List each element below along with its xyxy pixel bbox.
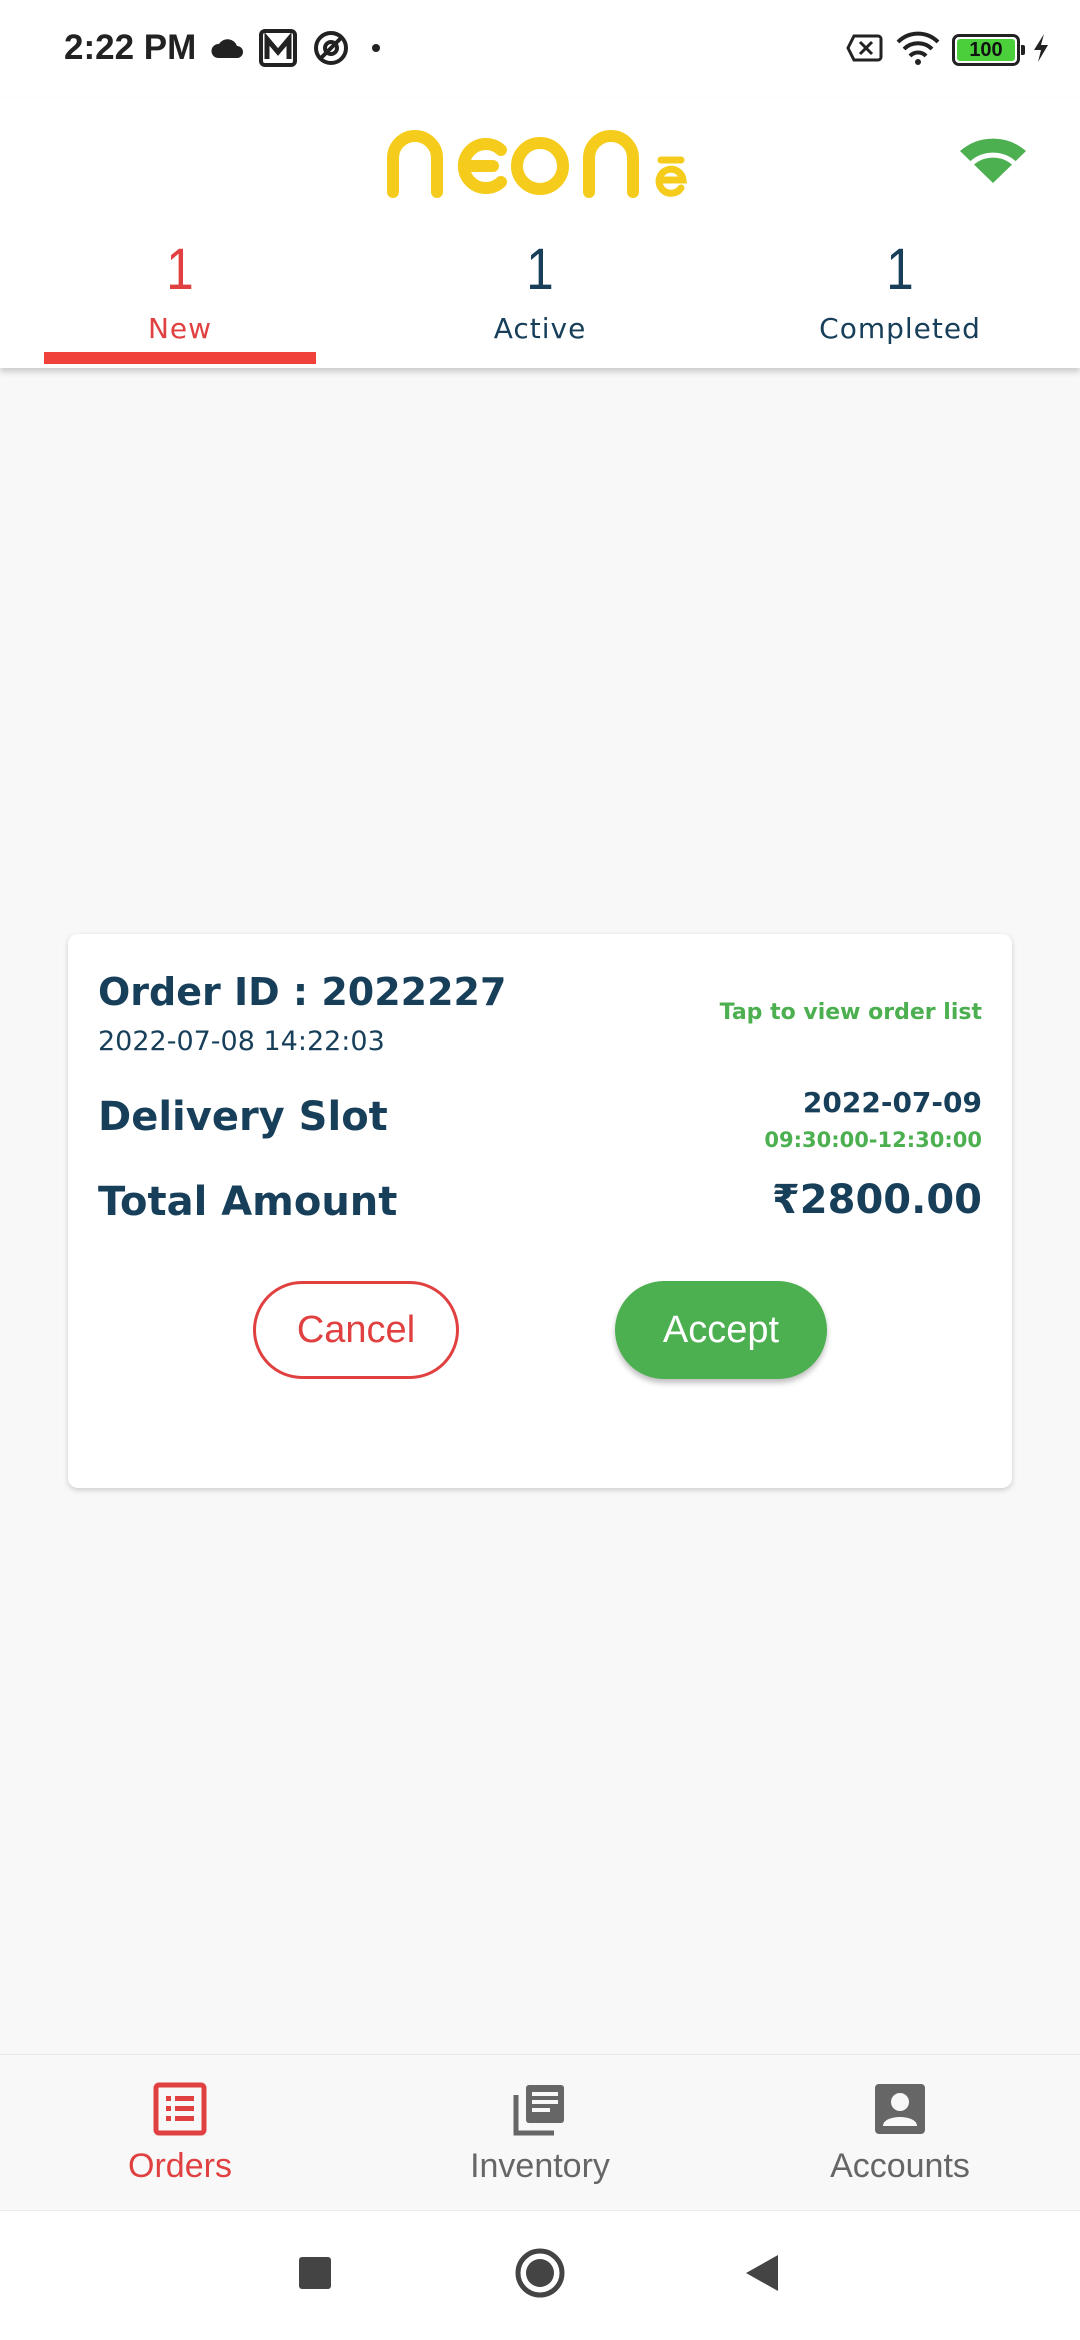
orders-list-icon xyxy=(152,2081,208,2137)
view-order-list-link[interactable]: Tap to view order list xyxy=(720,1000,982,1025)
system-navigation-bar xyxy=(0,2210,1080,2340)
app-header: 1 New 1 Active 1 Completed xyxy=(0,98,1080,368)
tab-new-label: New xyxy=(147,312,213,345)
active-tab-indicator xyxy=(44,352,316,364)
delivery-slot-label: Delivery Slot xyxy=(98,1094,388,1140)
home-icon[interactable] xyxy=(514,2247,566,2303)
cloud-icon xyxy=(210,36,244,64)
delivery-slot-time: 09:30:00-12:30:00 xyxy=(764,1128,982,1152)
battery-icon: 100 xyxy=(952,34,1025,66)
account-icon xyxy=(872,2081,928,2137)
status-time: 2:22 PM xyxy=(64,28,197,67)
nav-accounts-label: Accounts xyxy=(830,2147,970,2185)
charging-icon xyxy=(1032,33,1050,67)
tab-new[interactable]: 1 New xyxy=(0,238,360,368)
accept-button[interactable]: Accept xyxy=(615,1281,827,1379)
nav-orders-label: Orders xyxy=(128,2147,232,2185)
order-status-tabs: 1 New 1 Active 1 Completed xyxy=(0,238,1080,368)
cancel-button[interactable]: Cancel xyxy=(253,1281,459,1379)
total-amount-value: ₹2800.00 xyxy=(771,1177,982,1223)
wifi-connected-icon[interactable] xyxy=(958,133,1028,187)
back-icon[interactable] xyxy=(742,2253,782,2297)
nav-inventory[interactable]: Inventory xyxy=(360,2055,720,2211)
wifi-icon xyxy=(896,30,940,70)
nav-accounts[interactable]: Accounts xyxy=(720,2055,1080,2211)
total-amount-label: Total Amount xyxy=(98,1179,398,1225)
tab-active-label: Active xyxy=(493,312,587,345)
inventory-icon xyxy=(512,2081,568,2137)
status-bar: 2:22 PM 100 xyxy=(0,0,1080,98)
status-left-icons xyxy=(210,28,388,72)
tab-new-count: 1 xyxy=(166,237,194,302)
dot-icon xyxy=(364,38,388,62)
order-card[interactable]: Order ID : 2022227 2022-07-08 14:22:03 T… xyxy=(68,934,1012,1488)
recent-apps-icon[interactable] xyxy=(298,2256,332,2294)
tab-active-count: 1 xyxy=(526,237,554,302)
at-sign-icon xyxy=(312,29,350,71)
tab-completed-label: Completed xyxy=(819,312,981,345)
battery-level: 100 xyxy=(969,38,1003,61)
tab-completed[interactable]: 1 Completed xyxy=(720,238,1080,368)
tab-completed-count: 1 xyxy=(886,237,914,302)
nav-orders[interactable]: Orders xyxy=(0,2055,360,2211)
bottom-navigation: Orders Inventory Accounts xyxy=(0,2054,1080,2210)
no-sim-icon xyxy=(846,33,884,67)
status-right-icons: 100 xyxy=(846,30,1050,70)
nav-inventory-label: Inventory xyxy=(470,2147,610,2185)
tab-active[interactable]: 1 Active xyxy=(360,238,720,368)
m-app-icon xyxy=(258,28,298,72)
order-datetime: 2022-07-08 14:22:03 xyxy=(98,1026,385,1057)
neone-logo xyxy=(385,120,695,204)
delivery-slot-date: 2022-07-09 xyxy=(802,1086,982,1119)
order-id: Order ID : 2022227 xyxy=(98,970,507,1014)
